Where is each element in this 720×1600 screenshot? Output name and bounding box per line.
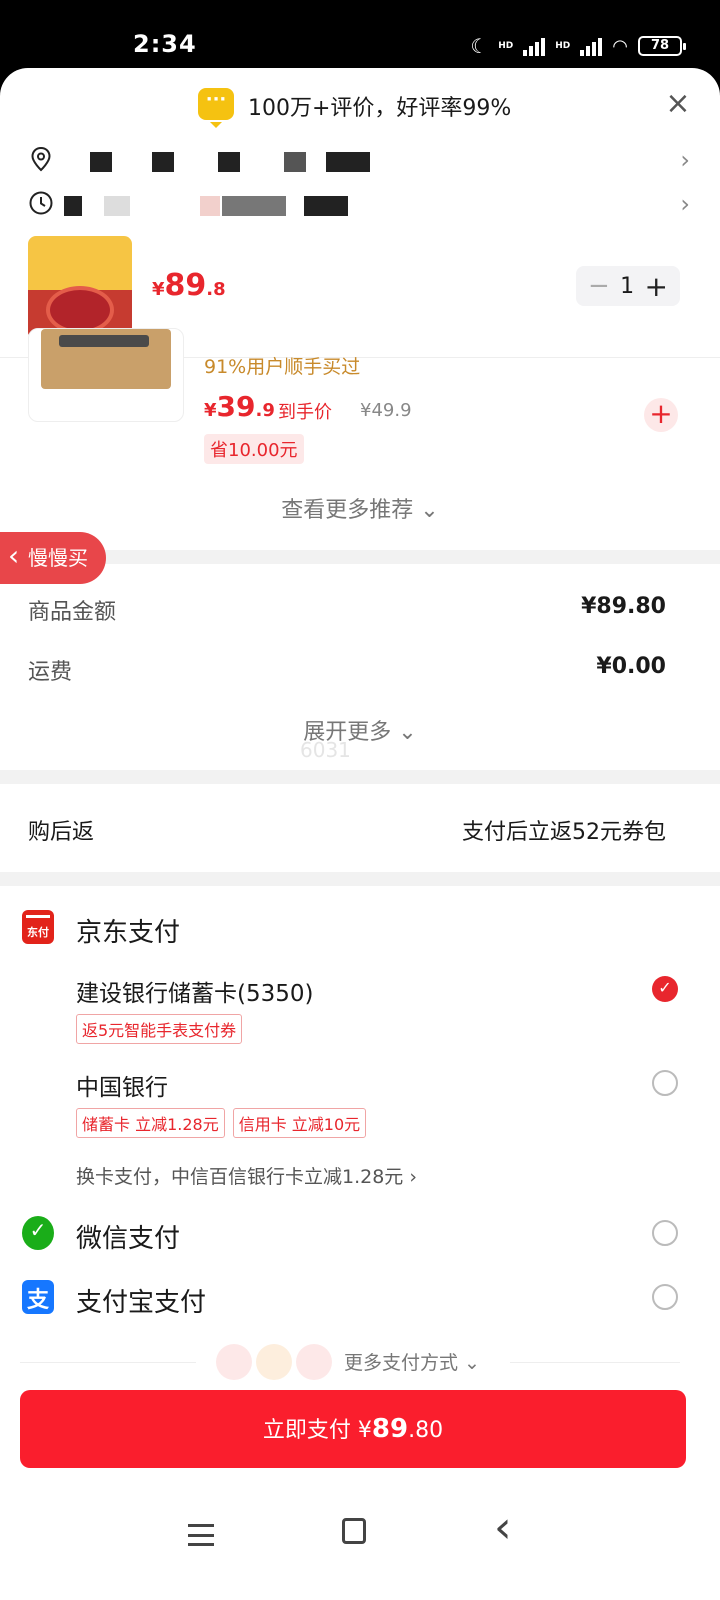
shipping-value: ¥0.00 — [596, 654, 666, 679]
price-currency: ¥ — [204, 400, 217, 421]
wechat-pay-title: 微信支付 — [76, 1224, 181, 1254]
chevron-right-icon: › — [680, 190, 690, 218]
price-integer: 89 — [164, 268, 207, 303]
close-icon[interactable]: × — [664, 89, 692, 119]
pay-now-button[interactable]: 立即支付 ¥89.80 — [20, 1390, 686, 1468]
cashback-label: 购后返 — [28, 820, 95, 845]
recommended-item: 91%用户顺手买过 ¥39.9 到手价 ¥49.9 省10.00元 + — [0, 328, 720, 478]
cashback-value: 支付后立返52元券包 — [462, 820, 666, 845]
decrease-button[interactable]: − — [588, 271, 610, 301]
alipay-row[interactable]: 支 支付宝支付 — [0, 1276, 720, 1326]
shipping-row: 运费 ¥0.00 — [0, 648, 720, 688]
alipay-title: 支付宝支付 — [76, 1288, 207, 1318]
radio-unselected-icon[interactable] — [652, 1220, 678, 1246]
jd-pay-header: 东付 京东支付 — [0, 906, 720, 956]
moon-icon: ☾ — [470, 34, 489, 58]
recommended-tag: 91%用户顺手买过 — [204, 356, 361, 378]
quantity-stepper: − 1 + — [576, 266, 680, 306]
address-masked — [64, 144, 374, 174]
delivery-time-row[interactable]: › — [0, 184, 720, 224]
goods-amount-row: 商品金额 ¥89.80 — [0, 588, 720, 628]
card-tags: 储蓄卡 立减1.28元 信用卡 立减10元 — [76, 1108, 367, 1138]
chevron-right-icon: › — [680, 146, 690, 174]
price-decimal: .9 — [255, 400, 275, 421]
signal-icon-2 — [580, 36, 603, 56]
radio-unselected-icon[interactable] — [652, 1284, 678, 1310]
price-integer: 39 — [216, 390, 256, 423]
ghost-text: 6031 — [300, 738, 351, 762]
increase-button[interactable]: + — [645, 270, 668, 303]
friend-pay-icon — [256, 1344, 292, 1380]
location-pin-icon — [31, 146, 51, 172]
battery-icon: 78 — [638, 36, 686, 56]
goods-amount-value: ¥89.80 — [581, 594, 666, 619]
system-nav-bar: ‹ — [0, 1490, 720, 1600]
radio-unselected-icon[interactable] — [652, 1070, 678, 1096]
saving-badge: 省10.00元 — [204, 434, 304, 464]
rating-banner: ··· 100万+评价，好评率99% × — [0, 68, 720, 142]
rating-text: 100万+评价，好评率99% — [248, 96, 512, 121]
goods-amount-label: 商品金额 — [28, 600, 117, 625]
shipping-label: 运费 — [28, 660, 73, 685]
wechat-pay-row[interactable]: 微信支付 — [0, 1212, 720, 1262]
card-name: 建设银行储蓄卡(5350) — [76, 981, 314, 1007]
wifi-icon: ◠ — [612, 35, 628, 57]
back-icon[interactable]: ‹ — [494, 1506, 512, 1550]
section-divider — [0, 550, 720, 564]
status-bar: 2:34 ☾ HD HD ◠ 78 — [0, 0, 720, 68]
bank-card-icon — [216, 1344, 252, 1380]
checkout-sheet: ··· 100万+评价，好评率99% × › › ¥89.8 − 1 + 91%… — [0, 68, 720, 1600]
section-divider — [0, 770, 720, 784]
price-currency: ¥ — [152, 279, 165, 300]
add-recommended-button[interactable]: + — [644, 398, 678, 432]
pay-button-label: 立即支付 — [262, 1418, 351, 1443]
pay-button-amount-decimal: .80 — [408, 1418, 444, 1443]
status-icons: ☾ HD HD ◠ 78 — [470, 34, 686, 58]
pay-button-currency: ¥ — [357, 1418, 372, 1443]
product-price: ¥89.8 — [152, 268, 226, 303]
recommended-price: ¥39.9 — [204, 390, 275, 423]
recommended-thumbnail[interactable] — [28, 328, 184, 422]
jd-pay-icon: 东付 — [22, 910, 54, 944]
product-thumbnail[interactable] — [28, 236, 132, 340]
price-decimal: .8 — [206, 279, 226, 300]
pay-button-amount: 89 — [371, 1414, 409, 1444]
divider-line — [20, 1362, 196, 1363]
more-payment-text: 更多支付方式 ⌄ — [344, 1352, 480, 1374]
final-price-label: 到手价 — [278, 402, 332, 423]
cashback-row[interactable]: 购后返 支付后立返52元券包 — [0, 784, 720, 872]
promo-tag: 返5元智能手表支付券 — [76, 1014, 243, 1044]
message-icon: ··· — [198, 88, 234, 128]
address-row[interactable]: › — [0, 140, 720, 180]
promo-tag: 储蓄卡 立减1.28元 — [76, 1108, 225, 1138]
divider-line — [510, 1362, 680, 1363]
see-more-recommendations[interactable]: 查看更多推荐 ⌄ — [0, 492, 720, 524]
payment-method-icons — [216, 1344, 332, 1380]
expand-more-button[interactable]: 展开更多 ⌄ — [0, 714, 720, 746]
credit-icon — [296, 1344, 332, 1380]
promo-tag: 信用卡 立减10元 — [232, 1108, 367, 1138]
wechat-pay-icon — [22, 1216, 54, 1250]
original-price: ¥49.9 — [360, 400, 412, 421]
alipay-logo-text: 支 — [26, 1288, 49, 1313]
jd-pay-logo-text: 东付 — [27, 926, 49, 939]
card-name: 中国银行 — [76, 1075, 168, 1101]
card-tags: 返5元智能手表支付券 — [76, 1014, 243, 1044]
menu-icon[interactable] — [188, 1524, 214, 1546]
hd-label: HD — [498, 41, 514, 51]
signal-icon — [523, 36, 546, 56]
hd-label-2: HD — [555, 41, 571, 51]
switch-card-link[interactable]: 换卡支付，中信百信银行卡立减1.28元 › — [76, 1162, 417, 1189]
jd-pay-title: 京东支付 — [76, 918, 181, 948]
alipay-icon: 支 — [22, 1280, 54, 1314]
section-divider — [0, 872, 720, 886]
clock-icon — [29, 191, 53, 215]
delivery-time-masked — [64, 188, 374, 218]
more-payment-methods[interactable]: 更多支付方式 ⌄ — [0, 1340, 720, 1384]
radio-selected-icon[interactable] — [652, 976, 678, 1002]
home-icon[interactable] — [342, 1518, 366, 1544]
status-time: 2:34 — [133, 30, 197, 58]
quantity-value[interactable]: 1 — [620, 274, 634, 299]
slow-buy-button[interactable]: 慢慢买 — [0, 530, 106, 584]
